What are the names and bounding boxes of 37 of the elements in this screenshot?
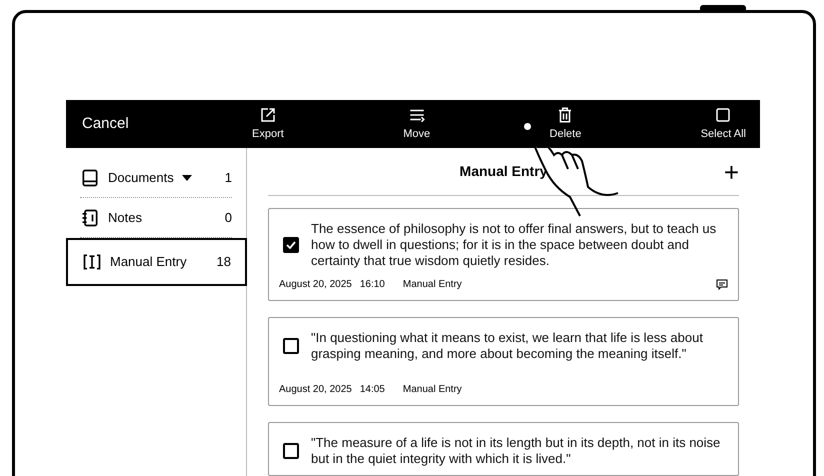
notebook-icon bbox=[80, 208, 100, 228]
cancel-button[interactable]: Cancel bbox=[66, 112, 246, 136]
entry-text: "The measure of a life is not in its length but in its depth, not in its noise but in the quiet integrity with which it is lived." bbox=[311, 435, 722, 467]
entry-source: Manual Entry bbox=[402, 278, 462, 292]
entry-source: Manual Entry bbox=[402, 383, 462, 397]
sidebar-label: Manual Entry bbox=[110, 253, 187, 272]
checkbox[interactable] bbox=[283, 338, 299, 354]
toolbar-button[interactable]: Delete bbox=[550, 106, 582, 142]
sidebar-item[interactable]: Notes 0 bbox=[80, 198, 232, 238]
entry-date: August 20, 2025 bbox=[279, 383, 352, 397]
entry-text: "In questioning what it means to exist, we learn that life is less about grasping meaning, and more about becoming the meaning itself." bbox=[311, 330, 704, 362]
entry-time: 14:05 bbox=[360, 383, 385, 397]
entry-text: The essence of philosophy is not to offer final answers, but to teach us how to dwell in questions; for it is in the space between doubt and certainty that true wisdom quietly resides. bbox=[311, 221, 718, 269]
sidebar-item[interactable]: Manual Entry 18 bbox=[66, 238, 247, 286]
entry-card[interactable]: "In questioning what it means to exist, we learn that life is less about grasping meaning, and more about becoming the meaning itself." August 20, 2025 14:05 Manual Entry bbox=[268, 317, 739, 406]
item-count: 1 bbox=[224, 168, 232, 187]
checkbox-icon bbox=[714, 106, 732, 124]
book-icon bbox=[80, 168, 100, 188]
entry-card[interactable] bbox=[268, 208, 739, 301]
entry-card[interactable]: "The measure of a life is not in its length but in its depth, not in its noise but in the quiet integrity with which it is lived." bbox=[268, 422, 739, 476]
add-button[interactable]: + bbox=[724, 158, 739, 184]
entry-time: 16:10 bbox=[360, 278, 385, 292]
text-cursor-icon bbox=[82, 252, 102, 272]
entry-date: August 20, 2025 bbox=[279, 278, 352, 292]
checkbox[interactable] bbox=[283, 443, 299, 459]
toolbar-button[interactable]: Move bbox=[403, 106, 430, 142]
check-icon bbox=[286, 241, 296, 249]
sidebar-label: Documents bbox=[108, 168, 174, 187]
toolbar-button[interactable]: Select All bbox=[700, 106, 746, 142]
export-icon bbox=[258, 106, 277, 124]
toolbar-button[interactable]: Export bbox=[252, 106, 284, 142]
sidebar-item[interactable]: Documents 1 bbox=[80, 158, 232, 198]
item-count: 18 bbox=[216, 253, 231, 272]
section-title: Manual Entry bbox=[460, 162, 548, 181]
sidebar-label: Notes bbox=[108, 208, 142, 227]
checkbox[interactable] bbox=[283, 237, 299, 253]
item-count: 0 bbox=[224, 208, 232, 227]
